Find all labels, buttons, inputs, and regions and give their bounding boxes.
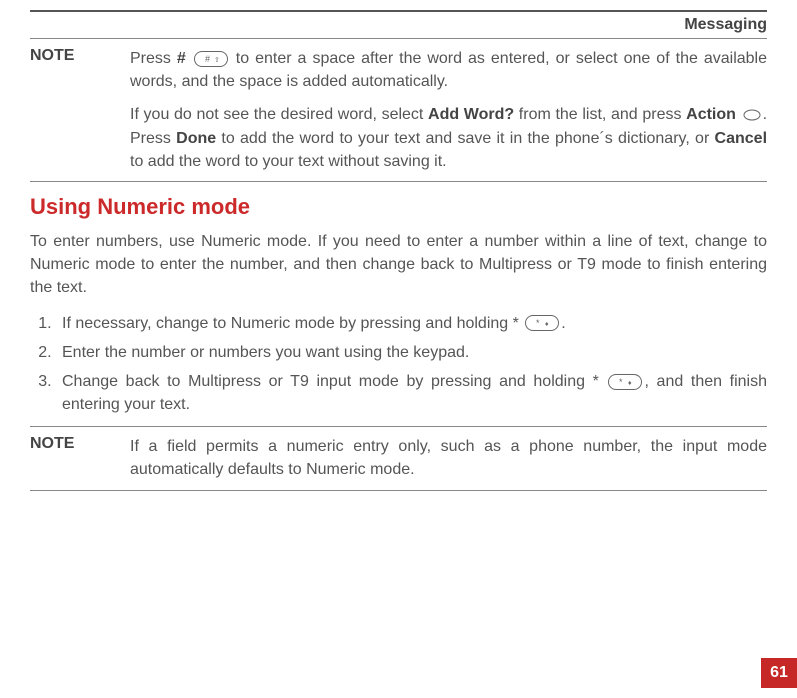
- cancel-label: Cancel: [715, 130, 767, 147]
- note1-p2: If you do not see the desired word, sele…: [130, 103, 767, 173]
- svg-text:*: *: [619, 377, 623, 387]
- note2-body: If a field permits a numeric entry only,…: [130, 435, 767, 481]
- text: If necessary, change to Numeric mode by …: [62, 315, 523, 332]
- top-rule: [30, 10, 767, 12]
- note-body: If a field permits a numeric entry only,…: [130, 435, 767, 481]
- steps-list: If necessary, change to Numeric mode by …: [30, 312, 767, 417]
- hash-key-label: #: [177, 50, 192, 67]
- intro-paragraph: To enter numbers, use Numeric mode. If y…: [30, 230, 767, 300]
- header-title: Messaging: [30, 16, 767, 36]
- add-word-label: Add Word?: [428, 106, 514, 123]
- divider: [30, 38, 767, 39]
- action-button-icon: [743, 109, 761, 121]
- note1-p1: Press # # ⇧ to enter a space after the w…: [130, 47, 767, 93]
- text: to add the word to your text and save it…: [216, 130, 714, 147]
- step-2: Enter the number or numbers you want usi…: [56, 341, 767, 364]
- note-body: Press # # ⇧ to enter a space after the w…: [130, 47, 767, 173]
- text: Press: [130, 50, 177, 67]
- action-label: Action: [686, 106, 736, 123]
- note-label: NOTE: [30, 435, 130, 481]
- page-number-tab: 61: [761, 658, 797, 688]
- divider: [30, 426, 767, 427]
- hash-key-icon: # ⇧: [194, 51, 228, 67]
- section-title: Using Numeric mode: [30, 194, 767, 220]
- note-label: NOTE: [30, 47, 130, 173]
- svg-text:♦: ♦: [545, 321, 549, 328]
- svg-text:♦: ♦: [628, 380, 632, 387]
- step-1: If necessary, change to Numeric mode by …: [56, 312, 767, 335]
- note-block-2: NOTE If a field permits a numeric entry …: [30, 429, 767, 487]
- text: [736, 106, 741, 123]
- text: from the list, and press: [514, 106, 686, 123]
- svg-text:⇧: ⇧: [214, 56, 220, 64]
- text: .: [561, 315, 565, 332]
- text: Change back to Multipress or T9 input mo…: [62, 373, 606, 390]
- divider: [30, 181, 767, 182]
- svg-text:#: #: [205, 54, 210, 64]
- done-label: Done: [176, 130, 216, 147]
- note-block-1: NOTE Press # # ⇧ to enter a space after …: [30, 41, 767, 179]
- star-key-icon: * ♦: [608, 374, 642, 390]
- text: If you do not see the desired word, sele…: [130, 106, 428, 123]
- star-key-icon: * ♦: [525, 315, 559, 331]
- divider: [30, 490, 767, 491]
- text: to add the word to your text without sav…: [130, 153, 447, 170]
- svg-text:*: *: [536, 318, 540, 328]
- step-3: Change back to Multipress or T9 input mo…: [56, 370, 767, 416]
